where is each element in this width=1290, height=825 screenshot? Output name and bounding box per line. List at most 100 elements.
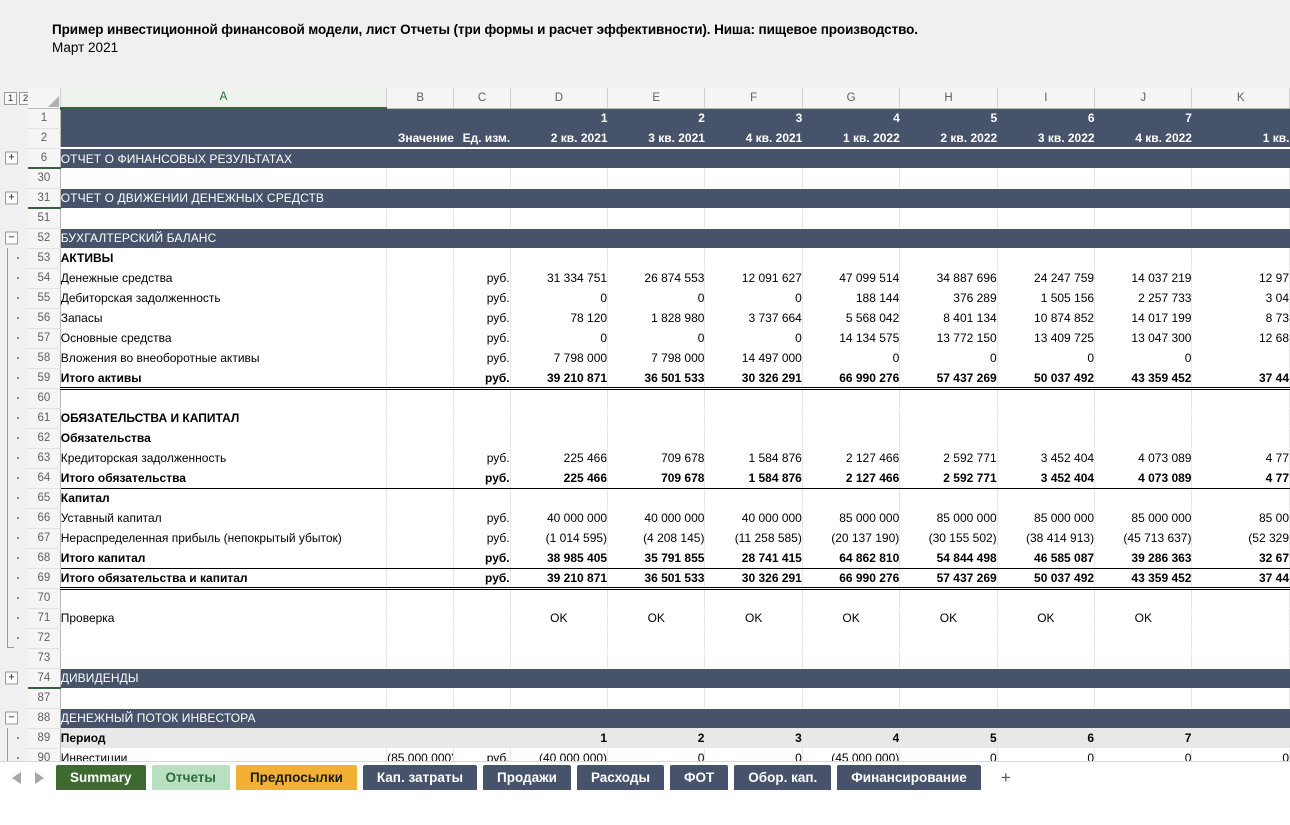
data-cell[interactable] — [1191, 428, 1290, 449]
row-label[interactable]: Уставный капитал — [60, 508, 388, 529]
data-cell[interactable] — [704, 628, 803, 649]
spreadsheet-grid[interactable]: 1 2 A B C D E F G H I J K 1 1 2 3 4 5 6 7 2 Значение Ед. изм. 2 … — [0, 88, 1290, 793]
data-cell[interactable] — [704, 208, 803, 229]
data-cell[interactable] — [899, 248, 998, 269]
column-header-h[interactable]: H — [899, 88, 998, 109]
data-cell[interactable] — [1191, 488, 1290, 509]
data-cell[interactable] — [997, 388, 1096, 409]
data-cell[interactable]: 30 326 291 — [704, 567, 803, 590]
row-unit[interactable] — [453, 428, 511, 449]
row-number-6[interactable]: 6 — [28, 148, 61, 169]
row-unit[interactable] — [453, 648, 511, 669]
outline-gutter[interactable]: − — [0, 708, 29, 728]
data-cell[interactable]: 78 120 — [510, 308, 609, 329]
data-cell[interactable] — [1191, 588, 1290, 609]
row-label[interactable]: Обязательства — [60, 428, 388, 449]
data-cell[interactable]: 2 127 466 — [802, 467, 901, 489]
data-cell[interactable]: (38 414 913) — [997, 528, 1096, 549]
data-cell[interactable]: OK — [704, 608, 803, 629]
section-banner-label[interactable]: ОТЧЕТ О ДВИЖЕНИИ ДЕНЕЖНЫХ СРЕДСТВ — [60, 188, 1290, 208]
data-cell[interactable] — [802, 588, 901, 609]
data-cell[interactable]: OK — [607, 608, 706, 629]
sheet-tab-summary[interactable]: Summary — [56, 765, 146, 790]
sheet-tab-продажи[interactable]: Продажи — [483, 765, 571, 790]
data-cell[interactable]: 7 — [1094, 728, 1193, 749]
row-value-b[interactable] — [386, 728, 455, 749]
data-cell[interactable]: 5 — [899, 728, 998, 749]
row-value-b[interactable] — [386, 408, 455, 429]
data-cell[interactable]: 3 04 — [1191, 288, 1290, 309]
row-number-54[interactable]: 54 — [28, 268, 61, 289]
row-unit[interactable]: руб. — [453, 367, 511, 390]
row-number-62[interactable]: 62 — [28, 428, 61, 449]
sheet-tab-фот[interactable]: ФОТ — [669, 765, 729, 790]
row-value-b[interactable] — [386, 508, 455, 529]
data-cell[interactable]: 0 — [704, 328, 803, 349]
data-cell[interactable] — [510, 688, 609, 709]
data-cell[interactable] — [997, 628, 1096, 649]
outline-gutter[interactable] — [0, 348, 29, 368]
row-label[interactable]: ОБЯЗАТЕЛЬСТВА И КАПИТАЛ — [60, 408, 388, 429]
row-label[interactable]: Основные средства — [60, 328, 388, 349]
column-header-d[interactable]: D — [510, 88, 609, 109]
row-label[interactable] — [60, 388, 388, 409]
row-value-b[interactable] — [386, 348, 455, 369]
data-cell[interactable]: 10 874 852 — [997, 308, 1096, 329]
period-name-7[interactable]: 4 кв. 2022 — [1094, 128, 1192, 149]
data-cell[interactable]: (4 208 145) — [607, 528, 706, 549]
data-cell[interactable] — [899, 168, 998, 189]
data-cell[interactable] — [704, 168, 803, 189]
data-cell[interactable]: 64 862 810 — [802, 547, 901, 569]
data-cell[interactable]: 0 — [899, 348, 998, 369]
data-cell[interactable]: 0 — [510, 328, 609, 349]
value-column-label[interactable]: Значение — [386, 128, 454, 149]
row-label[interactable] — [60, 648, 388, 669]
data-cell[interactable] — [510, 168, 609, 189]
data-cell[interactable]: 709 678 — [607, 448, 706, 469]
data-cell[interactable]: 12 68 — [1191, 328, 1290, 349]
period-number-3[interactable]: 3 — [704, 108, 803, 128]
data-cell[interactable]: 12 091 627 — [704, 268, 803, 289]
data-cell[interactable] — [1191, 728, 1290, 749]
data-cell[interactable]: 14 037 219 — [1094, 268, 1193, 289]
period-number-6[interactable]: 6 — [997, 108, 1095, 128]
data-cell[interactable]: OK — [997, 608, 1096, 629]
row-number-69[interactable]: 69 — [28, 568, 61, 589]
row-value-b[interactable] — [386, 268, 455, 289]
data-cell[interactable]: 57 437 269 — [899, 367, 998, 390]
period-number-5[interactable]: 5 — [899, 108, 998, 128]
row-number-70[interactable]: 70 — [28, 588, 61, 609]
data-cell[interactable]: OK — [899, 608, 998, 629]
row-value-b[interactable] — [386, 547, 455, 569]
data-cell[interactable]: (20 137 190) — [802, 528, 901, 549]
data-cell[interactable]: 14 017 199 — [1094, 308, 1193, 329]
data-cell[interactable]: 85 000 000 — [997, 508, 1096, 529]
row-value-b[interactable] — [386, 288, 455, 309]
row-number-66[interactable]: 66 — [28, 508, 61, 529]
expand-group-button[interactable]: + — [5, 151, 18, 165]
data-cell[interactable]: 4 073 089 — [1094, 467, 1193, 489]
data-cell[interactable]: 39 210 871 — [510, 567, 609, 590]
outline-gutter[interactable]: + — [0, 188, 29, 208]
data-cell[interactable] — [1191, 628, 1290, 649]
data-cell[interactable] — [899, 388, 998, 409]
data-cell[interactable] — [704, 688, 803, 709]
data-cell[interactable] — [997, 248, 1096, 269]
data-cell[interactable] — [704, 408, 803, 429]
outline-gutter[interactable] — [0, 508, 29, 528]
column-header-i[interactable]: I — [997, 88, 1096, 109]
cell-c1[interactable] — [453, 108, 511, 128]
period-name-5[interactable]: 2 кв. 2022 — [899, 128, 998, 149]
data-cell[interactable]: 85 000 000 — [802, 508, 901, 529]
data-cell[interactable]: 24 247 759 — [997, 268, 1096, 289]
data-cell[interactable]: 0 — [1094, 348, 1193, 369]
data-cell[interactable]: 31 334 751 — [510, 268, 609, 289]
row-value-b[interactable] — [386, 528, 455, 549]
column-header-f[interactable]: F — [704, 88, 803, 109]
period-name-6[interactable]: 3 кв. 2022 — [997, 128, 1095, 149]
data-cell[interactable] — [704, 248, 803, 269]
data-cell[interactable]: OK — [510, 608, 609, 629]
row-value-b[interactable] — [386, 248, 455, 269]
period-name-3[interactable]: 4 кв. 2021 — [704, 128, 803, 149]
data-cell[interactable]: 37 44 — [1191, 567, 1290, 590]
